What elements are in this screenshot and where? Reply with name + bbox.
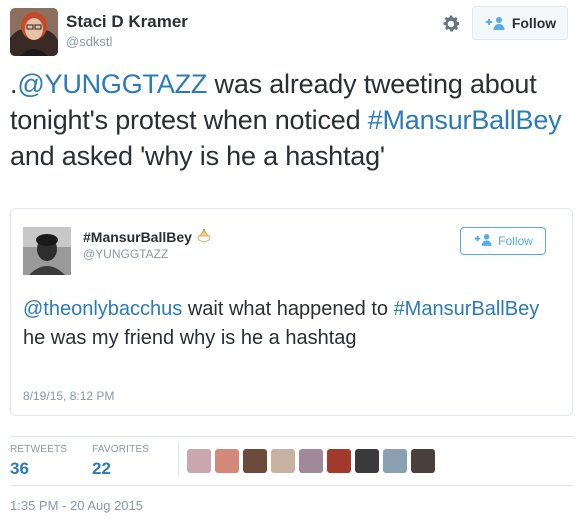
favorites-count: 22 <box>92 459 111 478</box>
hashtag-link[interactable]: #MansurBallBey <box>368 105 562 135</box>
favoriter-avatar[interactable] <box>271 449 295 473</box>
quoted-text-segment: wait what happened to <box>182 298 394 320</box>
divider <box>10 436 574 437</box>
author-handle[interactable]: @sdkstl <box>66 34 112 49</box>
retweets-stat[interactable]: RETWEETS 36 <box>10 444 67 479</box>
favoriters-list <box>187 449 435 473</box>
favoriter-avatar[interactable] <box>243 449 267 473</box>
retweets-count: 36 <box>10 459 29 478</box>
favoriter-avatar[interactable] <box>299 449 323 473</box>
mention-link[interactable]: @theonlybacchus <box>23 298 182 320</box>
divider <box>178 444 179 476</box>
tweet-text: .@YUNGGTAZZ was already tweeting about t… <box>10 66 574 174</box>
follow-button[interactable]: Follow <box>472 6 568 40</box>
favorites-label: FAVORITES <box>92 444 150 455</box>
party-hat-icon <box>196 227 212 246</box>
quoted-timestamp[interactable]: 8/19/15, 8:12 PM <box>23 389 114 403</box>
quoted-handle[interactable]: @YUNGGTAZZ <box>83 247 168 261</box>
author-name[interactable]: Staci D Kramer <box>66 12 188 32</box>
favoriter-avatar[interactable] <box>383 449 407 473</box>
follow-button-label: Follow <box>511 15 557 31</box>
favoriter-avatar[interactable] <box>411 449 435 473</box>
favoriter-avatar[interactable] <box>215 449 239 473</box>
mention-link[interactable]: @YUNGGTAZZ <box>17 69 207 99</box>
favoriter-avatar[interactable] <box>355 449 379 473</box>
favoriter-avatar[interactable] <box>187 449 211 473</box>
author-avatar[interactable] <box>10 8 58 56</box>
quoted-text-segment: he was my friend why is he a hashtag <box>23 327 357 349</box>
favorites-stat[interactable]: FAVORITES 22 <box>92 444 149 479</box>
divider <box>10 485 574 486</box>
quoted-text: @theonlybacchus wait what happened to #M… <box>23 295 563 353</box>
gear-icon[interactable] <box>440 13 462 35</box>
quoted-name[interactable]: #MansurBallBey <box>83 229 192 245</box>
hashtag-link[interactable]: #MansurBallBey <box>394 298 540 320</box>
add-user-icon <box>484 16 506 30</box>
quoted-name-row: #MansurBallBey <box>83 227 212 246</box>
quoted-follow-button[interactable]: Follow <box>460 227 546 255</box>
favoriter-avatar[interactable] <box>327 449 351 473</box>
quoted-avatar[interactable] <box>23 227 71 275</box>
quoted-follow-label: Follow <box>498 234 533 248</box>
quoted-tweet[interactable]: #MansurBallBey @YUNGGTAZZ Follow @theonl… <box>10 208 573 416</box>
tweet-text-segment: and asked 'why is he a hashtag' <box>10 141 385 171</box>
add-user-icon <box>473 233 493 249</box>
tweet-timestamp[interactable]: 1:35 PM - 20 Aug 2015 <box>10 498 143 513</box>
retweets-label: RETWEETS <box>10 444 68 455</box>
